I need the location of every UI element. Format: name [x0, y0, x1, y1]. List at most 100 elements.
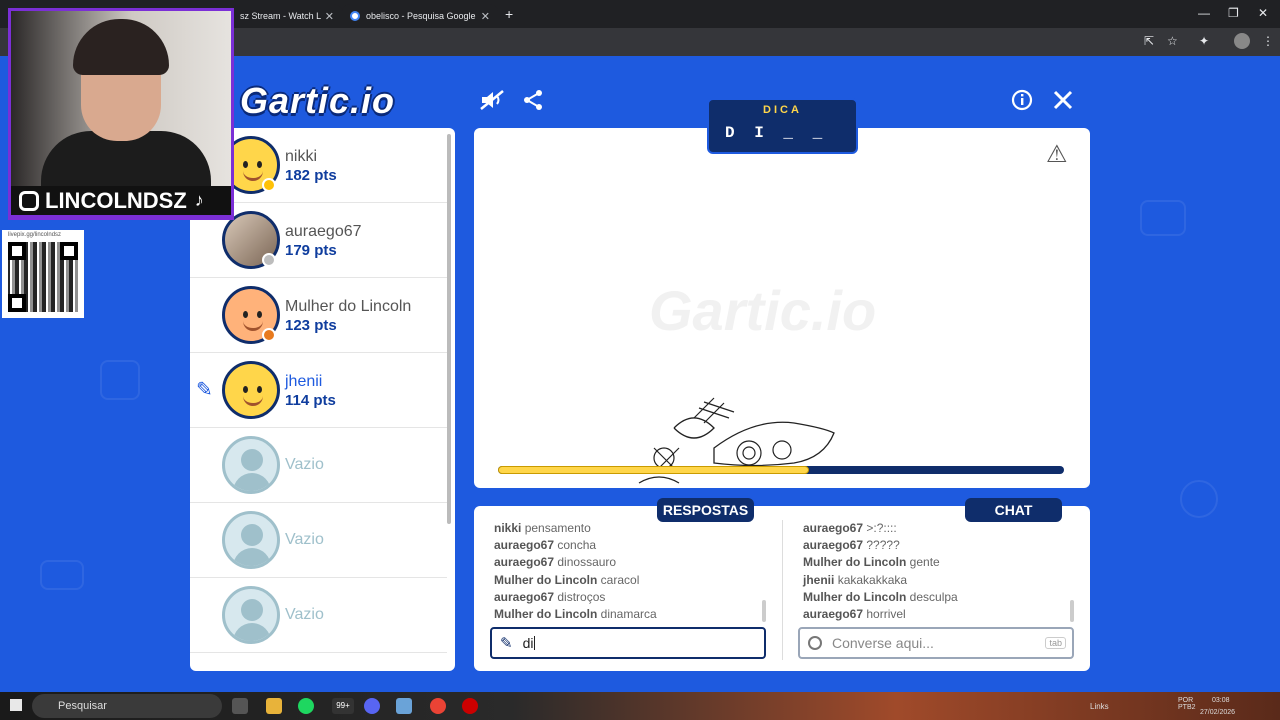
message-text: horrivel [866, 606, 906, 621]
message-text: desculpa [909, 589, 958, 604]
message-user: Mulher do Lincoln [803, 589, 907, 604]
browser-tab-google[interactable]: obelisco - Pesquisa Google ✕ [342, 4, 498, 28]
new-tab-button[interactable]: + [505, 6, 513, 22]
chat-scrollbar[interactable] [1070, 600, 1074, 622]
empty-slot: Vazio [190, 578, 447, 653]
message-user: auraego67 [494, 589, 555, 604]
notification-badge-app-icon[interactable]: 99+ [332, 698, 354, 714]
answer-message: nikki pensamento [494, 521, 764, 538]
message-user: auraego67 [803, 606, 864, 621]
message-text: pensamento [524, 521, 591, 535]
message-text: kakakakkaka [837, 572, 908, 587]
tab-label: sz Stream - Watch Live [240, 11, 321, 21]
message-text: gente [909, 555, 940, 570]
player-points: 114 pts [285, 392, 336, 409]
empty-avatar-head [241, 449, 263, 471]
empty-avatar-body [233, 473, 271, 491]
minimize-icon[interactable]: — [1198, 6, 1210, 20]
bookmark-star-icon[interactable]: ☆ [1167, 34, 1178, 48]
message-text: concha [557, 538, 597, 553]
message-text: dinossauro [557, 555, 617, 570]
status-dot [262, 328, 276, 342]
chat-message: auraego67 ????? [803, 538, 1073, 555]
obs-icon[interactable] [462, 698, 478, 714]
close-icon[interactable] [1049, 86, 1077, 114]
player-name: nikki [285, 148, 318, 165]
app-icon[interactable] [396, 698, 412, 714]
close-window-icon[interactable]: ✕ [1258, 6, 1268, 20]
profile-avatar[interactable] [1234, 33, 1250, 49]
chat-message: Mulher do Lincoln desculpa [803, 590, 1073, 607]
message-user: nikki [494, 521, 522, 535]
chat-bubble-icon [808, 636, 822, 650]
info-icon[interactable] [1008, 86, 1036, 114]
player-points: 179 pts [285, 242, 337, 259]
message-user: auraego67 [494, 538, 555, 553]
clock-date[interactable]: 27/02/2026 [1200, 709, 1235, 716]
close-tab-icon[interactable]: ✕ [325, 10, 334, 23]
hint-box: DICA D I _ _ _ _ _ _ _ _ [707, 98, 858, 178]
donation-qr-code: livepix.gg/lincolndsz [2, 230, 84, 318]
avatar-eye [243, 161, 248, 168]
badge-count: 99+ [336, 701, 350, 710]
sound-off-icon[interactable] [478, 86, 506, 114]
message-text: dinamarca [600, 606, 657, 621]
empty-slot: Vazio [190, 503, 447, 578]
browser-tab-stream[interactable]: sz Stream - Watch Live ✕ [232, 4, 342, 28]
message-user: Mulher do Lincoln [494, 606, 598, 621]
menu-icon[interactable]: ⋮ [1262, 34, 1274, 48]
install-app-icon[interactable]: ⇱ [1144, 34, 1154, 48]
players-scrollbar[interactable] [447, 134, 451, 524]
tab-key-hint: tab [1045, 637, 1066, 649]
tiktok-icon: ♪ [194, 190, 204, 210]
links-label[interactable]: Links [1090, 702, 1109, 711]
player-name: Mulher do Lincoln [285, 298, 412, 315]
panel-divider [782, 520, 783, 660]
language-indicator[interactable]: POR PTB2 [1178, 697, 1200, 711]
empty-avatar-body [233, 623, 271, 641]
empty-avatar [222, 586, 280, 644]
share-icon[interactable] [519, 86, 547, 114]
spotify-icon[interactable] [298, 698, 314, 714]
message-user: auraego67 [803, 521, 864, 535]
canvas-watermark: Gartic.io [649, 279, 877, 342]
answer-input[interactable]: ✎ di [490, 627, 766, 659]
pencil-icon: ✎ [500, 635, 513, 652]
streamer-handle: LINCOLNDSZ [45, 187, 187, 213]
qr-corner [60, 242, 78, 260]
discord-icon[interactable] [364, 698, 380, 714]
hint-word: D I _ _ _ _ _ _ _ _ [725, 124, 828, 178]
windows-start-icon[interactable] [10, 699, 22, 711]
chrome-icon[interactable] [430, 698, 446, 714]
message-text: distroços [557, 589, 606, 604]
player-row[interactable]: ✎ jhenii 114 pts [190, 353, 447, 428]
chat-header: CHAT [965, 498, 1062, 522]
text-cursor [534, 636, 536, 650]
round-timer-fill [498, 466, 810, 474]
task-view-icon[interactable] [232, 698, 248, 714]
player-row[interactable]: Mulher do Lincoln 123 pts [190, 278, 447, 353]
drawing-canvas[interactable]: Gartic.io ⚠ [474, 128, 1090, 488]
bg-pattern-icon [100, 360, 140, 400]
message-user: Mulher do Lincoln [803, 555, 907, 570]
avatar-eye [243, 311, 248, 318]
clock-time[interactable]: 03:08 [1212, 697, 1230, 704]
chat-message: jhenii kakakakkaka [803, 573, 1073, 590]
chat-message: Mulher do Lincoln gente [803, 555, 1073, 572]
taskbar-search[interactable]: Pesquisar [32, 694, 222, 718]
avatar-eye [243, 386, 248, 393]
qr-label: livepix.gg/lincolndsz [8, 232, 62, 238]
tab-label: obelisco - Pesquisa Google [366, 11, 476, 21]
logo-text: Gartic.io [240, 80, 396, 121]
answer-message: auraego67 concha [494, 538, 764, 555]
maximize-icon[interactable]: ❐ [1228, 6, 1239, 20]
report-warning-icon[interactable]: ⚠ [1046, 140, 1068, 169]
file-explorer-icon[interactable] [266, 698, 282, 714]
mute-icon [480, 90, 504, 110]
gartic-logo: Gartic.io [240, 80, 395, 122]
message-user: Mulher do Lincoln [494, 572, 598, 587]
answers-scrollbar[interactable] [762, 600, 766, 622]
extensions-icon[interactable]: ✦ [1199, 34, 1209, 48]
close-tab-icon[interactable]: ✕ [481, 10, 490, 23]
chat-input[interactable]: Converse aqui... tab [798, 627, 1074, 659]
